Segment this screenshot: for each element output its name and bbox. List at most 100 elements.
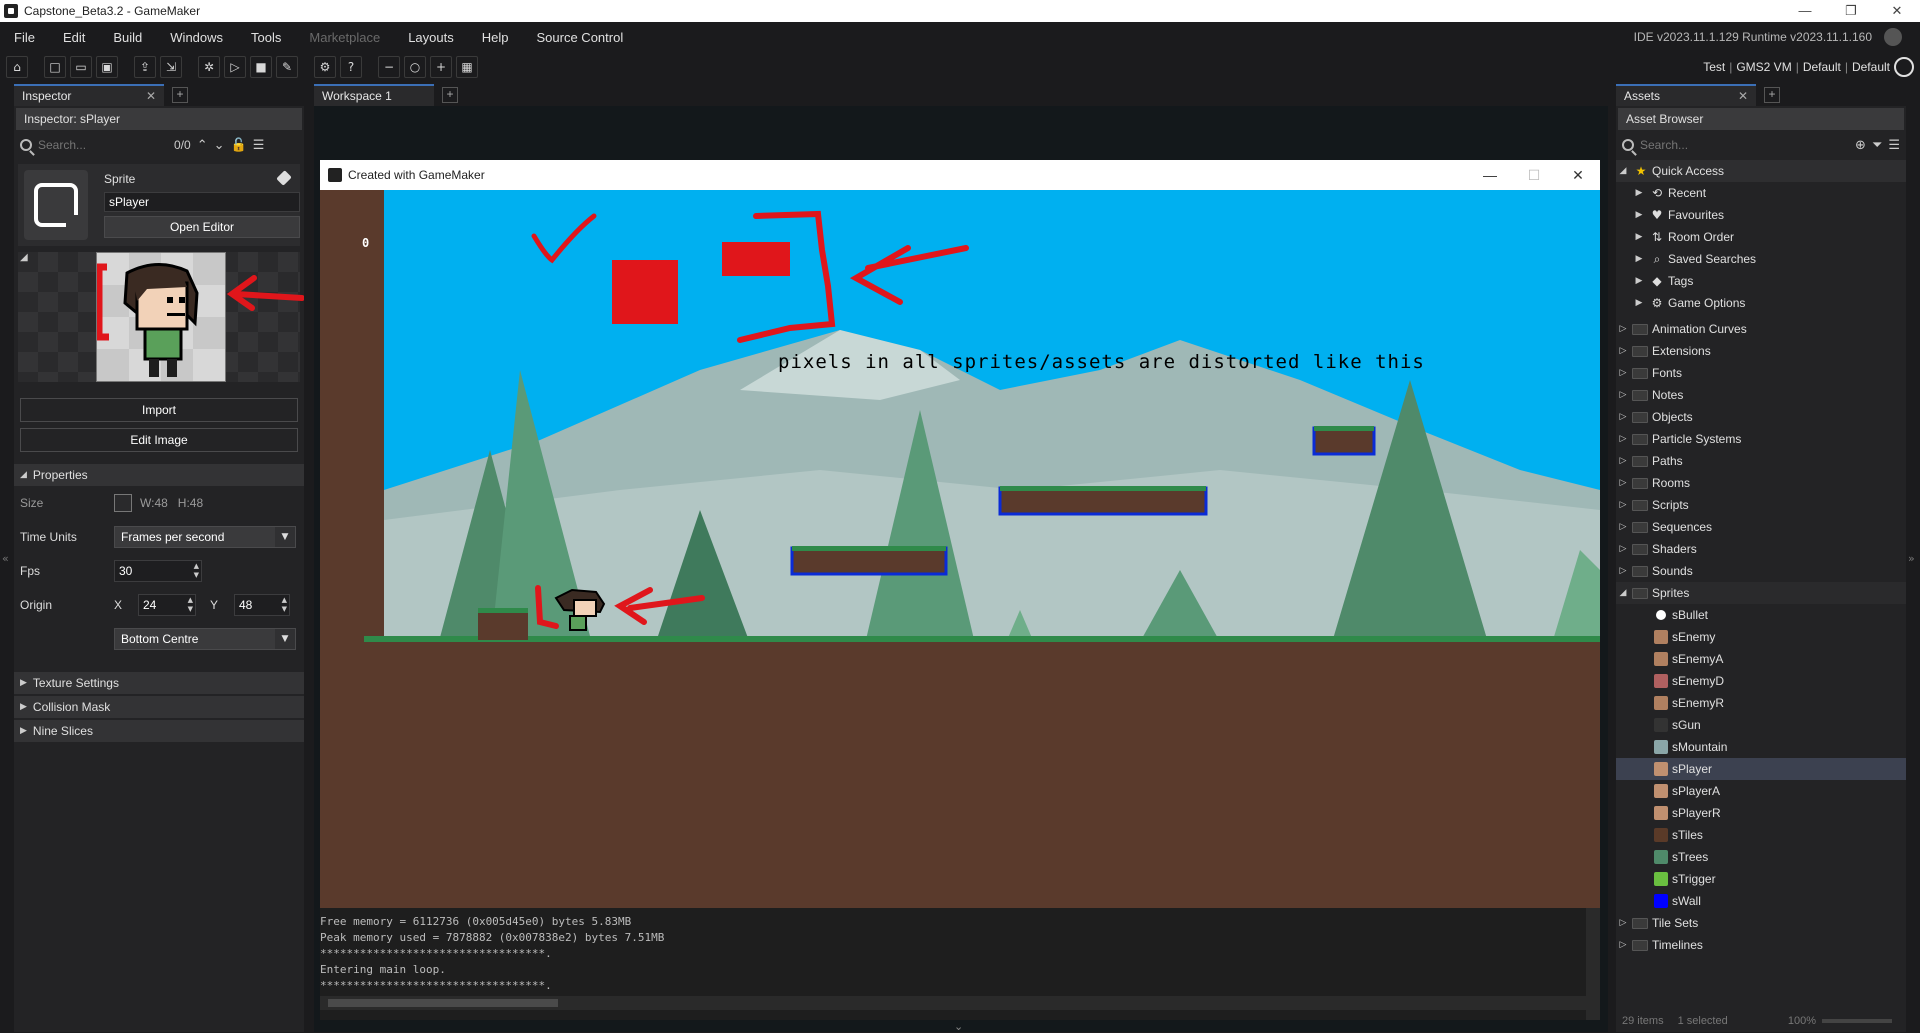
collapse-left-panel-icon[interactable]: « xyxy=(2,552,9,565)
sprite-asset-item[interactable]: sEnemyR xyxy=(1616,692,1906,714)
asset-folder[interactable]: ▷ Rooms xyxy=(1616,472,1906,494)
add-workspace-button[interactable]: + xyxy=(442,87,458,103)
nine-slices-section[interactable]: ▶ Nine Slices xyxy=(14,720,304,742)
menu-file[interactable]: File xyxy=(0,30,49,45)
collapse-bottom-icon[interactable]: ⌄ xyxy=(954,1020,963,1033)
spinner-icon[interactable]: ▲ ▼ xyxy=(282,596,287,614)
console-horizontal-scrollbar[interactable] xyxy=(320,996,1586,1010)
console-vertical-scrollbar[interactable] xyxy=(1586,908,1600,1020)
home-icon[interactable]: ⌂ xyxy=(6,56,28,78)
asset-folder[interactable]: ▷ Extensions xyxy=(1616,340,1906,362)
close-icon[interactable]: ✕ xyxy=(1738,89,1748,103)
quick-access-item[interactable]: ▶ ♥ Favourites xyxy=(1616,204,1906,226)
resize-icon[interactable] xyxy=(114,494,132,512)
sprite-asset-item[interactable]: sEnemyD xyxy=(1616,670,1906,692)
sprite-asset-item[interactable]: sTiles xyxy=(1616,824,1906,846)
sprite-asset-item[interactable]: sMountain xyxy=(1616,736,1906,758)
tag-icon[interactable] xyxy=(276,170,292,186)
close-button[interactable]: ✕ xyxy=(1874,0,1920,22)
package-icon[interactable]: ⇲ xyxy=(160,56,182,78)
sprite-asset-item[interactable]: sPlayerA xyxy=(1616,780,1906,802)
tab-workspace-1[interactable]: Workspace 1 xyxy=(314,84,434,106)
menu-icon[interactable]: ☰ xyxy=(253,138,265,153)
run-icon[interactable]: ▷ xyxy=(224,56,246,78)
sprite-asset-item[interactable]: sTrees xyxy=(1616,846,1906,868)
target-selector[interactable]: Test | GMS2 VM | Default | Default xyxy=(1703,52,1890,82)
lock-icon[interactable]: 🔓 xyxy=(231,138,247,153)
save-icon[interactable]: ▣ xyxy=(96,56,118,78)
game-viewport[interactable]: 0 pixels in all sprites/assets are disto… xyxy=(320,190,1600,908)
chevron-up-icon[interactable]: ⌃ xyxy=(197,138,208,153)
tab-inspector[interactable]: Inspector ✕ xyxy=(14,84,164,106)
asset-folder[interactable]: ▷ Sounds xyxy=(1616,560,1906,582)
stop-icon[interactable]: ■ xyxy=(250,56,272,78)
asset-folder[interactable]: ▷ Shaders xyxy=(1616,538,1906,560)
collapse-right-panel-icon[interactable]: » xyxy=(1908,552,1915,565)
sprite-asset-item[interactable]: sBullet xyxy=(1616,604,1906,626)
add-asset-icon[interactable]: ⊕ xyxy=(1855,138,1866,153)
time-units-dropdown[interactable]: Frames per second ▼ xyxy=(114,526,296,548)
zoom-in-icon[interactable]: + xyxy=(430,56,452,78)
asset-folder[interactable]: ▷ Objects xyxy=(1616,406,1906,428)
quick-access-item[interactable]: ▶ ⇅ Room Order xyxy=(1616,226,1906,248)
sprite-asset-item[interactable]: sEnemy xyxy=(1616,626,1906,648)
sprite-asset-item[interactable]: sWall xyxy=(1616,890,1906,912)
quick-access-item[interactable]: ▶ ⚙ Game Options xyxy=(1616,292,1906,314)
import-button[interactable]: Import xyxy=(20,398,298,422)
clean-icon[interactable]: ✎ xyxy=(276,56,298,78)
spinner-icon[interactable]: ▲ ▼ xyxy=(194,562,199,580)
sprite-asset-item[interactable]: sTrigger xyxy=(1616,868,1906,890)
quick-access-item[interactable]: ▶ ◆ Tags xyxy=(1616,270,1906,292)
help-icon[interactable]: ? xyxy=(340,56,362,78)
asset-folder[interactable]: ▷ Fonts xyxy=(1616,362,1906,384)
preview-collapse-icon[interactable]: ◢ xyxy=(20,252,28,263)
quick-access-item[interactable]: ▶ ⌕ Saved Searches xyxy=(1616,248,1906,270)
spinner-icon[interactable]: ▲ ▼ xyxy=(188,596,193,614)
origin-y-field[interactable]: 48 ▲ ▼ xyxy=(234,594,290,616)
folder-sprites[interactable]: ◢ Sprites xyxy=(1616,582,1906,604)
new-project-icon[interactable]: □ xyxy=(44,56,66,78)
edit-image-button[interactable]: Edit Image xyxy=(20,428,298,452)
sprite-asset-item[interactable]: sPlayerR xyxy=(1616,802,1906,824)
sprite-asset-item[interactable]: sEnemyA xyxy=(1616,648,1906,670)
menu-tools[interactable]: Tools xyxy=(237,30,295,45)
menu-build[interactable]: Build xyxy=(99,30,156,45)
asset-search-input[interactable] xyxy=(1640,138,1790,152)
target-vm[interactable]: GMS2 VM xyxy=(1736,60,1791,74)
asset-folder[interactable]: ▷ Particle Systems xyxy=(1616,428,1906,450)
close-button[interactable]: ✕ xyxy=(1556,160,1600,190)
texture-settings-section[interactable]: ▶ Texture Settings xyxy=(14,672,304,694)
asset-folder[interactable]: ▷ Tile Sets xyxy=(1616,912,1906,934)
open-editor-button[interactable]: Open Editor xyxy=(104,216,300,238)
user-account-icon[interactable] xyxy=(1884,28,1902,46)
minimize-button[interactable]: — xyxy=(1782,0,1828,22)
menu-source-control[interactable]: Source Control xyxy=(523,30,638,45)
properties-section-header[interactable]: ◢ Properties xyxy=(14,464,304,486)
create-executable-icon[interactable]: ⇪ xyxy=(134,56,156,78)
sprite-asset-item[interactable]: sPlayer xyxy=(1616,758,1906,780)
add-tab-button[interactable]: + xyxy=(172,87,188,103)
add-tab-button[interactable]: + xyxy=(1764,87,1780,103)
maximize-button[interactable]: ❐ xyxy=(1828,0,1874,22)
menu-help[interactable]: Help xyxy=(468,30,523,45)
menu-edit[interactable]: Edit xyxy=(49,30,99,45)
chevron-down-icon[interactable]: ⌄ xyxy=(214,138,225,153)
filter-icon[interactable]: ⏷ xyxy=(1872,138,1882,153)
settings-icon[interactable]: ⚙ xyxy=(314,56,336,78)
asset-folder[interactable]: ▷ Timelines xyxy=(1616,934,1906,956)
zoom-reset-icon[interactable]: ○ xyxy=(404,56,426,78)
quick-access-row[interactable]: ◢ ★ Quick Access xyxy=(1616,160,1906,182)
zoom-out-icon[interactable]: − xyxy=(378,56,400,78)
origin-preset-dropdown[interactable]: Bottom Centre ▼ xyxy=(114,628,296,650)
menu-icon[interactable]: ☰ xyxy=(1888,138,1900,153)
asset-folder[interactable]: ▷ Animation Curves xyxy=(1616,318,1906,340)
collision-mask-section[interactable]: ▶ Collision Mask xyxy=(14,696,304,718)
target-config-2[interactable]: Default xyxy=(1852,60,1890,74)
close-icon[interactable]: ✕ xyxy=(146,89,156,103)
sprite-asset-item[interactable]: sGun xyxy=(1616,714,1906,736)
asset-folder[interactable]: ▷ Scripts xyxy=(1616,494,1906,516)
asset-folder[interactable]: ▷ Paths xyxy=(1616,450,1906,472)
maximize-button[interactable]: ☐ xyxy=(1512,160,1556,190)
inspector-search-input[interactable] xyxy=(38,138,168,152)
quick-access-item[interactable]: ▶ ⟲ Recent xyxy=(1616,182,1906,204)
